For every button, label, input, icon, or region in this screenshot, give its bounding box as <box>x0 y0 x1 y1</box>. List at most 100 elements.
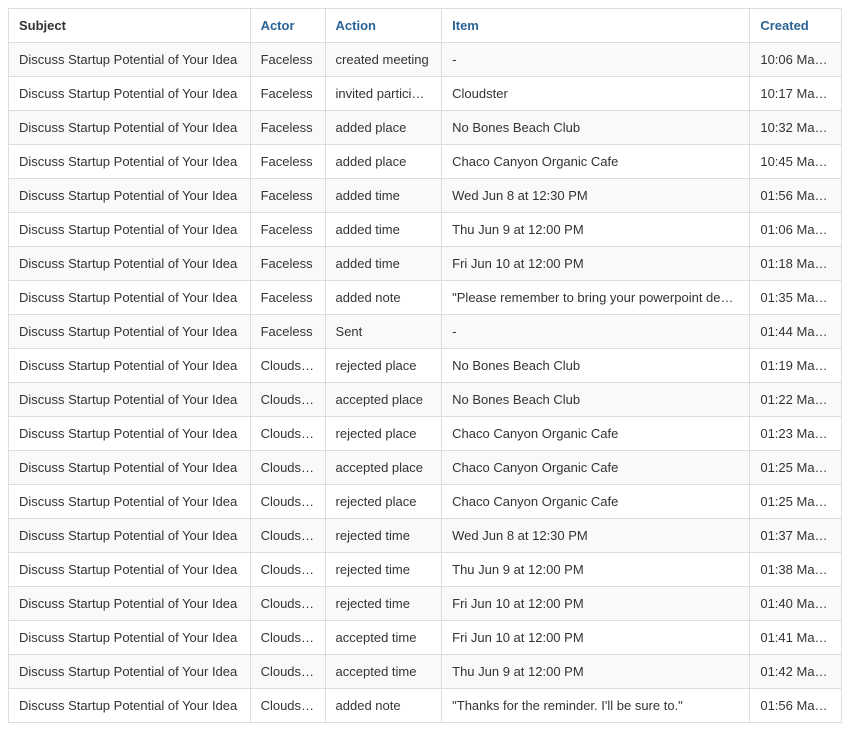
cell-item: No Bones Beach Club <box>442 383 750 417</box>
cell-action: added note <box>325 689 442 723</box>
cell-item: Chaco Canyon Organic Cafe <box>442 145 750 179</box>
table-row: Discuss Startup Potential of Your IdeaCl… <box>9 655 842 689</box>
cell-created: 01:56 May 29 <box>750 689 842 723</box>
cell-item: Fri Jun 10 at 12:00 PM <box>442 587 750 621</box>
cell-actor: Cloudster <box>250 689 325 723</box>
cell-action: accepted place <box>325 383 442 417</box>
table-row: Discuss Startup Potential of Your IdeaFa… <box>9 247 842 281</box>
table-row: Discuss Startup Potential of Your IdeaFa… <box>9 179 842 213</box>
header-item[interactable]: Item <box>442 9 750 43</box>
cell-item: Chaco Canyon Organic Cafe <box>442 451 750 485</box>
cell-created: 01:25 May 29 <box>750 485 842 519</box>
cell-subject: Discuss Startup Potential of Your Idea <box>9 315 251 349</box>
cell-created: 01:40 May 29 <box>750 587 842 621</box>
cell-item: Wed Jun 8 at 12:30 PM <box>442 179 750 213</box>
cell-item: Chaco Canyon Organic Cafe <box>442 417 750 451</box>
cell-action: accepted place <box>325 451 442 485</box>
cell-actor: Faceless <box>250 213 325 247</box>
cell-action: added place <box>325 145 442 179</box>
header-subject: Subject <box>9 9 251 43</box>
cell-actor: Faceless <box>250 43 325 77</box>
cell-item: "Please remember to bring your powerpoin… <box>442 281 750 315</box>
cell-created: 01:41 May 29 <box>750 621 842 655</box>
cell-actor: Cloudster <box>250 485 325 519</box>
table-row: Discuss Startup Potential of Your IdeaFa… <box>9 111 842 145</box>
cell-subject: Discuss Startup Potential of Your Idea <box>9 43 251 77</box>
cell-item: No Bones Beach Club <box>442 111 750 145</box>
activity-log-table: Subject Actor Action Item Created Discus… <box>8 8 842 723</box>
cell-item: Thu Jun 9 at 12:00 PM <box>442 553 750 587</box>
cell-item: Chaco Canyon Organic Cafe <box>442 485 750 519</box>
cell-created: 01:25 May 29 <box>750 451 842 485</box>
header-actor[interactable]: Actor <box>250 9 325 43</box>
cell-action: added place <box>325 111 442 145</box>
cell-actor: Cloudster <box>250 519 325 553</box>
cell-created: 01:56 May 29 <box>750 179 842 213</box>
cell-created: 10:32 May 29 <box>750 111 842 145</box>
cell-created: 10:06 May 29 <box>750 43 842 77</box>
cell-item: Wed Jun 8 at 12:30 PM <box>442 519 750 553</box>
cell-actor: Faceless <box>250 111 325 145</box>
cell-subject: Discuss Startup Potential of Your Idea <box>9 383 251 417</box>
cell-action: rejected place <box>325 349 442 383</box>
header-created[interactable]: Created <box>750 9 842 43</box>
cell-subject: Discuss Startup Potential of Your Idea <box>9 519 251 553</box>
cell-item: - <box>442 315 750 349</box>
cell-subject: Discuss Startup Potential of Your Idea <box>9 349 251 383</box>
cell-action: rejected place <box>325 485 442 519</box>
cell-subject: Discuss Startup Potential of Your Idea <box>9 689 251 723</box>
cell-action: added note <box>325 281 442 315</box>
table-row: Discuss Startup Potential of Your IdeaCl… <box>9 383 842 417</box>
cell-item: "Thanks for the reminder. I'll be sure t… <box>442 689 750 723</box>
cell-actor: Faceless <box>250 281 325 315</box>
cell-item: Thu Jun 9 at 12:00 PM <box>442 655 750 689</box>
cell-action: Sent <box>325 315 442 349</box>
cell-item: Fri Jun 10 at 12:00 PM <box>442 247 750 281</box>
cell-created: 01:38 May 29 <box>750 553 842 587</box>
cell-created: 10:17 May 29 <box>750 77 842 111</box>
cell-created: 10:45 May 29 <box>750 145 842 179</box>
cell-actor: Cloudster <box>250 451 325 485</box>
cell-actor: Faceless <box>250 315 325 349</box>
table-row: Discuss Startup Potential of Your IdeaCl… <box>9 553 842 587</box>
cell-actor: Faceless <box>250 77 325 111</box>
cell-subject: Discuss Startup Potential of Your Idea <box>9 77 251 111</box>
table-row: Discuss Startup Potential of Your IdeaCl… <box>9 451 842 485</box>
cell-action: rejected place <box>325 417 442 451</box>
cell-created: 01:06 May 29 <box>750 213 842 247</box>
table-row: Discuss Startup Potential of Your IdeaCl… <box>9 587 842 621</box>
cell-created: 01:37 May 29 <box>750 519 842 553</box>
table-row: Discuss Startup Potential of Your IdeaCl… <box>9 689 842 723</box>
cell-item: - <box>442 43 750 77</box>
cell-subject: Discuss Startup Potential of Your Idea <box>9 655 251 689</box>
cell-action: rejected time <box>325 519 442 553</box>
cell-subject: Discuss Startup Potential of Your Idea <box>9 111 251 145</box>
cell-action: rejected time <box>325 553 442 587</box>
table-body: Discuss Startup Potential of Your IdeaFa… <box>9 43 842 723</box>
header-action[interactable]: Action <box>325 9 442 43</box>
cell-subject: Discuss Startup Potential of Your Idea <box>9 553 251 587</box>
cell-subject: Discuss Startup Potential of Your Idea <box>9 621 251 655</box>
cell-subject: Discuss Startup Potential of Your Idea <box>9 485 251 519</box>
cell-subject: Discuss Startup Potential of Your Idea <box>9 281 251 315</box>
table-row: Discuss Startup Potential of Your IdeaCl… <box>9 621 842 655</box>
table-row: Discuss Startup Potential of Your IdeaFa… <box>9 77 842 111</box>
cell-actor: Cloudster <box>250 349 325 383</box>
cell-actor: Cloudster <box>250 587 325 621</box>
cell-actor: Cloudster <box>250 417 325 451</box>
table-header-row: Subject Actor Action Item Created <box>9 9 842 43</box>
cell-item: No Bones Beach Club <box>442 349 750 383</box>
table-row: Discuss Startup Potential of Your IdeaCl… <box>9 485 842 519</box>
cell-item: Thu Jun 9 at 12:00 PM <box>442 213 750 247</box>
cell-subject: Discuss Startup Potential of Your Idea <box>9 145 251 179</box>
cell-subject: Discuss Startup Potential of Your Idea <box>9 417 251 451</box>
cell-created: 01:42 May 29 <box>750 655 842 689</box>
cell-item: Cloudster <box>442 77 750 111</box>
cell-action: accepted time <box>325 621 442 655</box>
cell-subject: Discuss Startup Potential of Your Idea <box>9 213 251 247</box>
cell-subject: Discuss Startup Potential of Your Idea <box>9 451 251 485</box>
cell-created: 01:23 May 29 <box>750 417 842 451</box>
cell-action: added time <box>325 179 442 213</box>
cell-created: 01:35 May 29 <box>750 281 842 315</box>
cell-actor: Cloudster <box>250 553 325 587</box>
